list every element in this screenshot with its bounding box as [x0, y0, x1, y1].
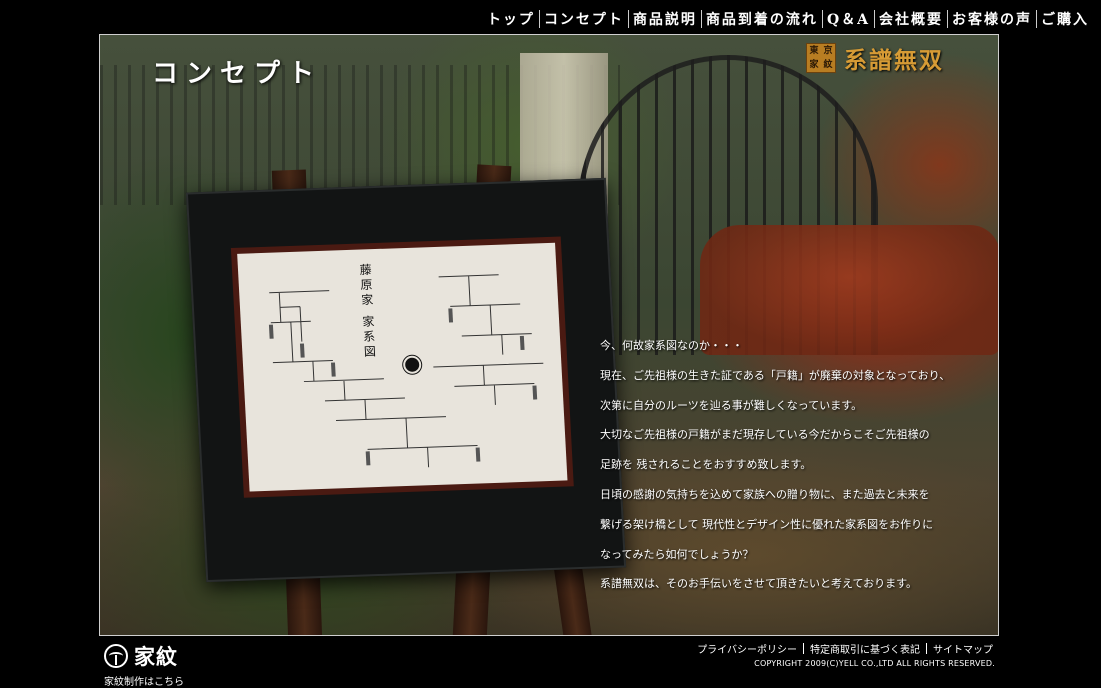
concept-paragraph: 繋げる架け橋として 現代性とデザイン性に優れた家系図をお作りに	[600, 517, 934, 531]
family-crest-icon	[104, 644, 128, 668]
nav-item-company[interactable]: 会社概要	[875, 9, 947, 29]
family-tree-mat: 藤原家 家系図	[230, 236, 574, 498]
nav-item-purchase[interactable]: ご購入	[1037, 9, 1093, 29]
nav-item-top[interactable]: トップ	[483, 9, 539, 29]
concept-paragraph: 大切なご先祖様の戸籍がまだ現存している今だからこそご先祖様の	[600, 428, 930, 442]
seal-char: 東	[809, 45, 819, 56]
kamon-logo-text: 家紋	[134, 644, 178, 669]
family-tree-frame: 藤原家 家系図	[185, 177, 627, 583]
sitemap-link[interactable]: サイトマップ	[927, 641, 997, 656]
concept-paragraph: 日頃の感謝の気持ちを込めて家族への贈り物に、また過去と未来を	[600, 487, 930, 501]
privacy-policy-link[interactable]: プライバシーポリシー	[691, 641, 803, 656]
family-tree-lines	[268, 274, 544, 468]
nav-item-faq[interactable]: Q＆A	[823, 9, 874, 29]
concept-paragraph: 現在、ご先祖様の生きた証である「戸籍」が廃棄の対象となっており、	[600, 368, 951, 382]
seal-char: 家	[809, 59, 819, 70]
concept-text: 今、何故家系図なのか・・・ 現在、ご先祖様の生きた証である「戸籍」が廃棄の対象と…	[600, 331, 960, 599]
page-title: コンセプト	[152, 59, 323, 89]
nav-item-testimonials[interactable]: お客様の声	[948, 9, 1036, 29]
family-tree-chart: 藤原家 家系図	[237, 242, 568, 492]
concept-paragraph: なってみたら如何でしょうか？	[600, 547, 754, 561]
brand-logo: 東 京 家 紋 系譜無双	[806, 41, 944, 75]
seal-char: 紋	[823, 59, 833, 70]
concept-hero: 藤原家 家系図 コンセプト 東 京 家 紋 系譜無双 今、何故家系図なのか・・・…	[99, 34, 999, 636]
kamon-logo: 家紋	[104, 641, 204, 671]
concept-paragraph: 次第に自分のルーツを辿る事が難しくなっています。	[600, 398, 863, 412]
top-nav: トップ コンセプト 商品説明 商品到着の流れ Q＆A 会社概要 お客様の声 ご購…	[483, 8, 1093, 30]
concept-paragraph: 系譜無双は、そのお手伝いをさせて頂きたいと考えております。	[600, 577, 918, 591]
brand-name: 系譜無双	[844, 47, 944, 74]
seal-icon: 東 京 家 紋	[806, 43, 836, 73]
concept-paragraph: 足跡を 残されることをおすすめ致します。	[600, 458, 812, 472]
kamon-banner-link[interactable]: 家紋 家紋制作はこちら	[104, 641, 204, 688]
nav-item-concept[interactable]: コンセプト	[540, 9, 628, 29]
nav-item-delivery-flow[interactable]: 商品到着の流れ	[702, 9, 822, 29]
commercial-transactions-link[interactable]: 特定商取引に基づく表記	[804, 641, 926, 656]
nav-item-product-description[interactable]: 商品説明	[629, 9, 701, 29]
concept-paragraph: 今、何故家系図なのか・・・	[600, 339, 743, 352]
seal-char: 京	[823, 45, 833, 56]
footer-links: プライバシーポリシー 特定商取引に基づく表記 サイトマップ	[691, 641, 997, 656]
copyright: COPYRIGHT 2009(C)YELL CO.,LTD ALL RIGHTS…	[754, 659, 995, 668]
kamon-caption: 家紋制作はこちら	[104, 677, 184, 688]
